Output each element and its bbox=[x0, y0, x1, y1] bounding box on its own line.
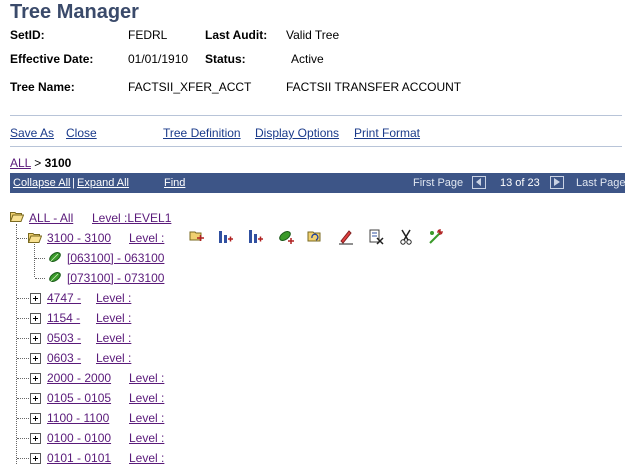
expand-plus-icon[interactable] bbox=[30, 293, 41, 304]
last-audit-label: Last Audit: bbox=[205, 28, 268, 42]
setid-label: SetID: bbox=[10, 28, 45, 42]
tree-node-level[interactable]: Level : bbox=[96, 311, 131, 325]
arrow-right-icon bbox=[554, 178, 560, 186]
save-as-link[interactable]: Save As bbox=[10, 126, 54, 140]
effective-date-label: Effective Date: bbox=[10, 52, 94, 66]
tree-node-link[interactable]: 0101 - 0101 bbox=[47, 451, 111, 465]
expand-plus-icon[interactable] bbox=[30, 393, 41, 404]
tree-node-3100-link[interactable]: 3100 - 3100 bbox=[47, 231, 111, 245]
tree-description: FACTSII TRANSFER ACCOUNT bbox=[286, 80, 462, 94]
tree-root-link[interactable]: ALL - All bbox=[29, 211, 73, 225]
last-page-label: Last Page bbox=[576, 177, 625, 189]
insert-sibling-icon[interactable] bbox=[188, 228, 206, 246]
tree-node-link[interactable]: 1154 - bbox=[47, 311, 80, 325]
status-label: Status: bbox=[205, 52, 246, 66]
page-title: Tree Manager bbox=[10, 1, 139, 23]
tree-node-link[interactable]: 4747 - bbox=[47, 291, 81, 305]
insert-child-icon[interactable] bbox=[216, 228, 234, 246]
expand-all-link[interactable]: Expand All bbox=[77, 177, 129, 189]
breadcrumb-current: 3100 bbox=[44, 156, 72, 170]
tree-node-3100-level[interactable]: Level : bbox=[129, 231, 164, 245]
tree-node-link[interactable]: 0105 - 0105 bbox=[47, 391, 111, 405]
tree-root-level[interactable]: Level :LEVEL1 bbox=[92, 211, 171, 225]
tree-node-link[interactable]: 2000 - 2000 bbox=[47, 371, 111, 385]
open-folder-icon bbox=[10, 212, 24, 222]
divider-bottom bbox=[10, 146, 622, 147]
insert-child-alt-icon[interactable] bbox=[246, 228, 264, 246]
print-format-link[interactable]: Print Format bbox=[354, 126, 420, 140]
expand-plus-icon[interactable] bbox=[30, 353, 41, 364]
leaf-icon bbox=[49, 272, 61, 283]
insert-detail-icon[interactable] bbox=[277, 228, 295, 246]
tree-connector-root bbox=[16, 224, 17, 464]
breadcrumb: ALL > 3100 bbox=[10, 156, 71, 170]
status-value: Active bbox=[291, 52, 324, 66]
effective-date-value: 01/01/1910 bbox=[128, 52, 189, 66]
tree-node-level[interactable]: Level : bbox=[96, 351, 131, 365]
edit-data-icon[interactable] bbox=[337, 228, 355, 246]
open-folder-icon bbox=[28, 233, 42, 243]
tree-name-value: FACTSII_XFER_ACCT bbox=[128, 80, 252, 94]
expand-plus-icon[interactable] bbox=[30, 433, 41, 444]
next-page-button[interactable] bbox=[550, 176, 564, 189]
expand-plus-icon[interactable] bbox=[30, 333, 41, 344]
navbar-divider: | bbox=[72, 177, 75, 189]
tree-leaf-link[interactable]: [063100] - 063100 bbox=[67, 251, 164, 265]
find-link[interactable]: Find bbox=[164, 177, 185, 189]
previous-page-button[interactable] bbox=[472, 176, 486, 189]
last-audit-value: Valid Tree bbox=[286, 28, 340, 42]
cut-icon[interactable] bbox=[397, 228, 415, 246]
leaf-icon bbox=[49, 252, 61, 263]
divider-top bbox=[10, 115, 622, 116]
tree-node-link[interactable]: 0503 - bbox=[47, 331, 81, 345]
expand-plus-icon[interactable] bbox=[30, 313, 41, 324]
expand-plus-icon[interactable] bbox=[30, 413, 41, 424]
tree-name-label: Tree Name: bbox=[10, 80, 75, 94]
collapse-all-link[interactable]: Collapse All bbox=[13, 177, 70, 189]
tree-node-level[interactable]: Level : bbox=[129, 391, 164, 405]
arrow-left-icon bbox=[476, 178, 481, 186]
expand-plus-icon[interactable] bbox=[30, 453, 41, 464]
display-options-link[interactable]: Display Options bbox=[255, 126, 339, 140]
tree-node-level[interactable]: Level : bbox=[129, 431, 164, 445]
tree-connector-3100 bbox=[34, 244, 35, 277]
first-page-label: First Page bbox=[413, 177, 464, 189]
tree-node-level[interactable]: Level : bbox=[129, 371, 164, 385]
tree-node-level[interactable]: Level : bbox=[96, 331, 131, 345]
delete-icon[interactable] bbox=[367, 228, 385, 246]
tree-node-level[interactable]: Level : bbox=[129, 451, 164, 465]
tree-node-level[interactable]: Level : bbox=[129, 411, 164, 425]
paste-icon[interactable] bbox=[427, 228, 445, 246]
tree-nav-bar: Collapse All | Expand All Find First Pag… bbox=[10, 173, 625, 193]
tree-node-level[interactable]: Level : bbox=[96, 291, 131, 305]
tree-definition-link[interactable]: Tree Definition bbox=[163, 126, 241, 140]
tree-node-link[interactable]: 1100 - 1100 bbox=[47, 411, 109, 425]
move-node-icon[interactable] bbox=[306, 228, 324, 246]
tree-node-link[interactable]: 0100 - 0100 bbox=[47, 431, 111, 445]
breadcrumb-root-link[interactable]: ALL bbox=[10, 156, 31, 170]
close-link[interactable]: Close bbox=[66, 126, 97, 140]
tree-leaf-link[interactable]: [073100] - 073100 bbox=[67, 271, 164, 285]
tree-node-link[interactable]: 0603 - bbox=[47, 351, 81, 365]
setid-value: FEDRL bbox=[128, 28, 168, 42]
expand-plus-icon[interactable] bbox=[30, 373, 41, 384]
page-info: 13 of 23 bbox=[500, 177, 540, 189]
breadcrumb-separator: > bbox=[34, 156, 42, 170]
